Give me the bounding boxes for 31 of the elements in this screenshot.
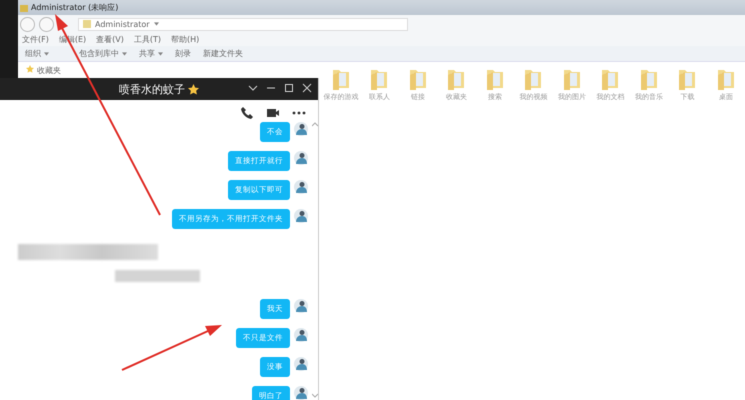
caret-icon[interactable] [122, 52, 127, 56]
avatar-icon[interactable] [294, 122, 308, 136]
avatar-icon[interactable] [294, 299, 308, 313]
maximize-icon[interactable] [284, 83, 294, 93]
toolbar-button[interactable]: 共享 [139, 48, 155, 59]
menu-item[interactable]: 文件(F) [22, 34, 49, 45]
menu-item[interactable]: 查看(V) [96, 34, 124, 45]
window-title: Administrator (未响应) [31, 2, 118, 13]
favorites-item[interactable]: 收藏夹 [37, 65, 61, 76]
collapse-icon[interactable] [248, 83, 258, 93]
avatar-icon[interactable] [294, 180, 308, 194]
toolbar-button[interactable]: 包含到库中 [79, 48, 119, 59]
menu-item[interactable]: 工具(T) [134, 34, 161, 45]
close-icon[interactable] [302, 83, 312, 93]
caret-icon[interactable] [158, 52, 163, 56]
caret-icon[interactable] [44, 52, 49, 56]
chat-title: 喷香水的蚊子 [119, 82, 185, 96]
folder-icon [20, 4, 28, 12]
star-icon [26, 65, 34, 73]
avatar-icon[interactable] [294, 386, 308, 400]
toolbar-button[interactable]: 新建文件夹 [203, 48, 243, 59]
toolbar-button[interactable]: 刻录 [175, 48, 191, 59]
avatar-icon[interactable] [294, 328, 308, 342]
avatar-icon[interactable] [294, 209, 308, 223]
phone-icon[interactable] [240, 106, 254, 120]
toolbar-button[interactable]: 组织 [25, 48, 41, 59]
menu-item[interactable]: 帮助(H) [171, 34, 200, 45]
video-camera-icon[interactable] [266, 106, 280, 120]
address-bar[interactable]: Administrator [78, 18, 408, 30]
avatar-icon[interactable] [294, 357, 308, 371]
avatar-icon[interactable] [294, 151, 308, 165]
